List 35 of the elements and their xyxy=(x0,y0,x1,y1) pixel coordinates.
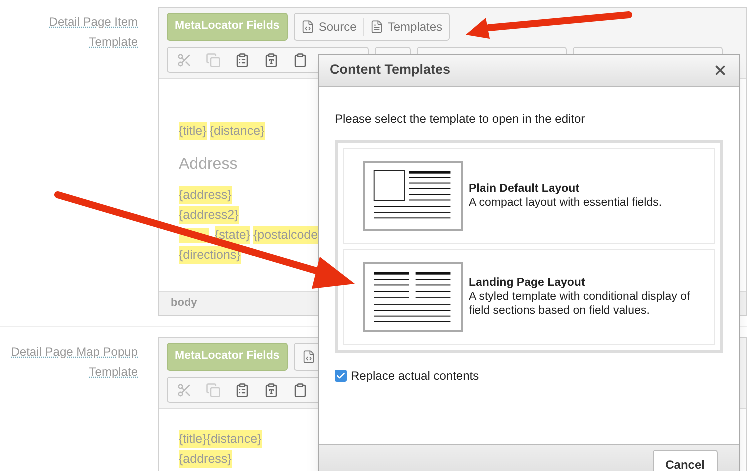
placeholder-token: {address2} xyxy=(179,206,239,224)
source-icon xyxy=(300,20,315,34)
placeholder-token: {title} xyxy=(179,122,207,140)
field-label: Detail Page Map Popup Template xyxy=(10,344,138,381)
paste-icon[interactable] xyxy=(235,382,250,398)
template-name: Plain Default Layout xyxy=(469,182,580,196)
checkbox-label: Replace actual contents xyxy=(351,368,480,385)
close-button[interactable] xyxy=(713,63,728,78)
template-name: Landing Page Layout xyxy=(469,276,586,290)
source-button[interactable]: Source xyxy=(294,14,363,40)
paste-word-icon[interactable] xyxy=(293,52,308,68)
placeholder-token: {address} xyxy=(179,450,232,468)
placeholder-token: {title}{distance} xyxy=(179,430,262,448)
placeholder-token: {postalcode xyxy=(253,226,318,244)
element-path: body xyxy=(171,296,198,312)
template-option[interactable]: Plain Default Layout A compact layout with essential fields. xyxy=(343,148,715,244)
dialog-prompt: Please select the template to open in the editor xyxy=(335,111,586,128)
templates-button[interactable]: Templates xyxy=(364,14,449,40)
placeholder-token: {address} xyxy=(179,186,232,204)
template-description: A styled template with conditional display of field sections based on field values. xyxy=(469,290,692,318)
cancel-button[interactable]: Cancel xyxy=(652,450,718,471)
field-label: Detail Page Item Template xyxy=(48,14,138,51)
paste-text-icon[interactable] xyxy=(264,382,279,398)
paste-word-icon[interactable] xyxy=(293,382,308,398)
template-option[interactable]: Landing Page Layout A styled template with conditional display of field sections based on field values. xyxy=(343,249,715,345)
section-heading: Address xyxy=(179,155,238,175)
placeholder-token: {distance} xyxy=(210,122,265,140)
dialog-title: Content Templates xyxy=(330,61,451,80)
document-icon xyxy=(370,20,384,34)
replace-checkbox[interactable] xyxy=(335,370,347,382)
template-description: A compact layout with essential fields. xyxy=(469,196,662,210)
placeholder-token: {directions} xyxy=(179,246,241,264)
source-icon xyxy=(302,350,316,364)
paste-icon[interactable] xyxy=(235,52,250,68)
paste-text-icon[interactable] xyxy=(264,52,279,68)
